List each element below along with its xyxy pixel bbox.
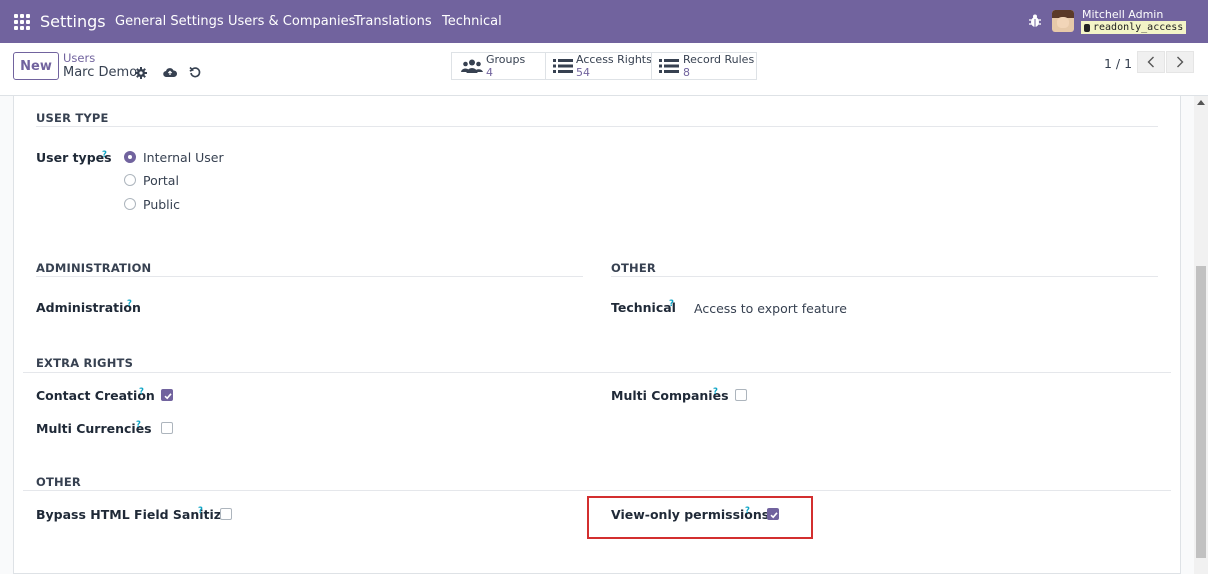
menu-translations[interactable]: Translations xyxy=(354,14,432,29)
discard-icon[interactable] xyxy=(189,66,201,78)
section-divider xyxy=(36,126,1158,127)
radio-public-label[interactable]: Public xyxy=(143,197,180,212)
contact-creation-label: Contact Creation xyxy=(36,388,155,403)
cloud-upload-icon[interactable] xyxy=(163,67,177,77)
groups-count: 4 xyxy=(486,66,493,79)
groups-smart-button[interactable]: Groups 4 xyxy=(451,52,546,80)
highlight-box xyxy=(587,496,813,539)
contact-creation-checkbox[interactable] xyxy=(161,389,173,401)
radio-internal-user[interactable] xyxy=(124,151,136,163)
bypass-html-checkbox[interactable] xyxy=(220,508,232,520)
control-panel: New Users Marc Demo Groups 4 Access Righ… xyxy=(0,43,1208,96)
database-badge: readonly_access xyxy=(1081,21,1187,34)
technical-value-select[interactable]: Access to export feature xyxy=(694,301,847,316)
groups-label: Groups xyxy=(486,53,526,66)
app-title[interactable]: Settings xyxy=(40,12,106,31)
list-icon xyxy=(553,59,573,73)
section-user-type: USER TYPE xyxy=(36,111,109,125)
section-administration: ADMINISTRATION xyxy=(36,261,152,275)
breadcrumb-current: Marc Demo xyxy=(63,65,138,80)
top-navbar: Settings General Settings Users & Compan… xyxy=(0,0,1208,43)
contact-creation-help[interactable]: ? xyxy=(139,387,144,397)
radio-portal-label[interactable]: Portal xyxy=(143,173,179,188)
multi-currencies-label: Multi Currencies xyxy=(36,421,152,436)
administration-label: Administration xyxy=(36,300,141,315)
bypass-html-help[interactable]: ? xyxy=(198,506,203,516)
scroll-thumb[interactable] xyxy=(1196,266,1206,558)
record-rules-label: Record Rules xyxy=(683,53,755,66)
radio-internal-user-label[interactable]: Internal User xyxy=(143,150,224,165)
multi-currencies-checkbox[interactable] xyxy=(161,422,173,434)
multi-companies-help[interactable]: ? xyxy=(713,387,718,397)
menu-general-settings[interactable]: General Settings xyxy=(115,14,224,29)
users-icon xyxy=(461,59,483,73)
administration-help[interactable]: ? xyxy=(127,299,132,309)
pager-next-button[interactable] xyxy=(1166,51,1194,73)
radio-public[interactable] xyxy=(124,198,136,210)
scroll-up-arrow-icon[interactable] xyxy=(1197,100,1205,105)
multi-companies-label: Multi Companies xyxy=(611,388,729,403)
record-rules-smart-button[interactable]: Record Rules 8 xyxy=(651,52,757,80)
chevron-right-icon xyxy=(1177,56,1184,68)
pager-previous-button[interactable] xyxy=(1137,51,1165,73)
section-divider xyxy=(23,490,1171,491)
user-name[interactable]: Mitchell Admin xyxy=(1082,8,1163,21)
list-icon xyxy=(659,59,679,73)
multi-currencies-help[interactable]: ? xyxy=(136,420,141,430)
vertical-scrollbar[interactable] xyxy=(1194,96,1208,574)
access-rights-smart-button[interactable]: Access Rights 54 xyxy=(545,52,652,80)
database-icon xyxy=(1084,23,1090,32)
radio-portal[interactable] xyxy=(124,174,136,186)
section-other-bottom: OTHER xyxy=(36,475,81,489)
user-types-label: User types xyxy=(36,150,112,165)
access-rights-count: 54 xyxy=(576,66,590,79)
technical-label: Technical xyxy=(611,300,676,315)
section-divider xyxy=(611,276,1158,277)
breadcrumb-parent[interactable]: Users xyxy=(63,51,95,65)
user-avatar[interactable] xyxy=(1052,10,1074,32)
section-extra-rights: EXTRA RIGHTS xyxy=(36,356,134,370)
section-divider xyxy=(23,372,1171,373)
bug-icon[interactable] xyxy=(1028,13,1042,29)
record-rules-count: 8 xyxy=(683,66,690,79)
new-button[interactable]: New xyxy=(13,52,59,80)
gear-icon[interactable] xyxy=(135,67,147,79)
pager-value[interactable]: 1 / 1 xyxy=(1104,56,1132,71)
apps-menu-icon[interactable] xyxy=(14,14,30,30)
user-types-help[interactable]: ? xyxy=(102,150,107,160)
database-name: readonly_access xyxy=(1093,22,1184,33)
chevron-left-icon xyxy=(1147,56,1154,68)
menu-technical[interactable]: Technical xyxy=(442,14,502,29)
menu-users-companies[interactable]: Users & Companies xyxy=(228,14,355,29)
multi-companies-checkbox[interactable] xyxy=(735,389,747,401)
section-other-top: OTHER xyxy=(611,261,656,275)
access-rights-label: Access Rights xyxy=(576,53,652,66)
check-icon xyxy=(164,393,172,400)
section-divider xyxy=(36,276,583,277)
technical-help[interactable]: ? xyxy=(669,299,674,309)
